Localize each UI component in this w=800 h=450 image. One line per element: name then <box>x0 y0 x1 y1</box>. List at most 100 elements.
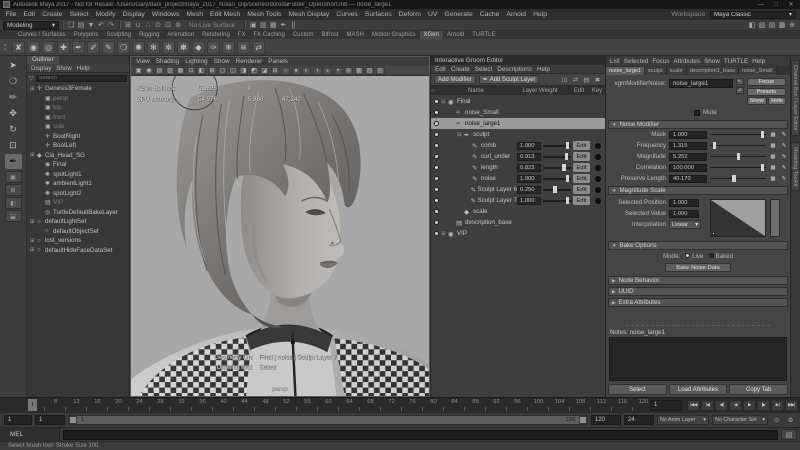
node-up-icon[interactable]: ⬑ <box>736 78 744 85</box>
map-button-icon[interactable]: ▩ <box>769 143 777 149</box>
sidebar-vertical-tab[interactable]: Channel Box / Layer Editor <box>791 60 800 136</box>
outliner-row[interactable]: ✛ BootLeft <box>27 141 129 151</box>
layer-weight-slider[interactable] <box>543 197 571 205</box>
groom-layer-row[interactable]: ✎ curl_under 0.913 Edit <box>431 151 605 162</box>
image-plane-icon[interactable]: ▦ <box>176 67 185 75</box>
go-to-end-button[interactable]: ▶▶| <box>785 400 798 411</box>
map-button-icon[interactable]: ▩ <box>769 176 777 182</box>
frame-selected-icon[interactable]: ⊡ <box>560 76 569 84</box>
shelf-tab[interactable]: MASH <box>343 31 368 39</box>
expand-icon[interactable]: ⊞ <box>30 152 37 158</box>
sidebar-attr-editor-icon[interactable]: ◧ <box>747 21 757 29</box>
outliner-row[interactable]: ✺ spotLight1 <box>27 170 129 180</box>
ae-node-tab[interactable]: noise_Small <box>739 67 776 75</box>
edit-button[interactable]: Edit <box>573 174 590 183</box>
attribute-value-field[interactable]: 5.252 <box>669 153 707 161</box>
outliner-row[interactable]: ⊞ ◆ Cla_Head_SG <box>27 151 129 161</box>
interpolation-select[interactable]: Linear ▾ <box>669 220 701 229</box>
node-down-icon[interactable]: ⬏ <box>736 87 744 94</box>
outliner-menu-item[interactable]: Help <box>77 65 90 72</box>
outliner-row[interactable]: ▣ front <box>27 113 129 123</box>
undo-icon[interactable]: ↶ <box>96 21 106 29</box>
ae-node-tab[interactable]: sculpt <box>645 67 667 75</box>
lighting-icon[interactable]: ◑ <box>313 67 322 75</box>
groom-layer-row[interactable]: ▤ description_base <box>431 217 605 228</box>
baked-radio[interactable]: Baked <box>709 253 734 260</box>
solo-radio[interactable] <box>431 198 441 203</box>
solo-radio[interactable] <box>431 176 441 181</box>
outliner-row[interactable]: ▣ side <box>27 122 129 132</box>
key-dot[interactable] <box>590 187 605 193</box>
save-scene-icon[interactable]: ▼ <box>86 21 96 29</box>
expression-icon[interactable]: ✎ <box>780 143 788 149</box>
step-forward-frame-button[interactable]: ▶| <box>771 400 784 411</box>
solo-radio[interactable] <box>431 110 441 115</box>
bookmarks-icon[interactable]: ▥ <box>166 67 175 75</box>
key-dot[interactable] <box>590 121 605 127</box>
attribute-value-field[interactable]: 1.000 <box>669 131 707 139</box>
shelf-tab[interactable]: Rendering <box>198 31 234 39</box>
solo-radio[interactable] <box>431 165 441 170</box>
time-slider[interactable]: 4812162024283236404448525660646872768084… <box>0 397 800 412</box>
outliner-panel-tab[interactable]: Outliner <box>27 56 59 64</box>
groom-layer-row[interactable]: ◆ scale <box>431 206 605 217</box>
snap-to-projected-center-icon[interactable]: ⊙ <box>153 21 163 29</box>
expression-icon[interactable]: ✎ <box>780 154 788 160</box>
focus-button[interactable]: Focus <box>747 78 786 86</box>
solo-radio[interactable] <box>431 209 441 214</box>
field-chart-icon[interactable]: ◩ <box>250 67 259 75</box>
groom-layer-row[interactable]: ✎ Sculpt Layer 6 0.250 Edit <box>431 184 605 195</box>
range-start-handle[interactable] <box>69 416 77 424</box>
bake-options-section-header[interactable]: ▼ Bake Options <box>608 241 788 250</box>
map-button-icon[interactable]: ▩ <box>769 154 777 160</box>
ae-menu-item[interactable]: Attributes <box>673 58 700 65</box>
key-dot[interactable] <box>590 165 605 171</box>
no-live-surface-label[interactable]: No Live Surface <box>189 22 235 29</box>
xgen-groom-icon[interactable]: ✑ <box>207 41 220 54</box>
ae-menu-item[interactable]: TURTLE <box>724 58 748 65</box>
menu-item[interactable]: Deform <box>395 11 424 18</box>
ae-menu-item[interactable]: Help <box>752 58 765 65</box>
layer-weight-field[interactable]: 0.250 <box>517 186 541 194</box>
mute-checkbox[interactable] <box>694 110 700 116</box>
key-dot[interactable] <box>590 198 605 204</box>
lasso-tool[interactable]: ❍ <box>5 74 22 89</box>
outliner-row[interactable]: ⊞ ○ lost_versions <box>27 236 129 246</box>
xgen-disable-icon[interactable]: ✘ <box>12 41 25 54</box>
textured-icon[interactable]: ◐ <box>302 67 311 75</box>
ae-node-tab[interactable]: description1_base <box>687 67 739 75</box>
safe-action-icon[interactable]: ◪ <box>260 67 269 75</box>
shelf-tab[interactable]: Arnold <box>443 31 468 39</box>
key-dot[interactable] <box>590 99 605 105</box>
xgen-width-icon[interactable]: ⇄ <box>252 41 265 54</box>
anim-layer-select[interactable]: No Anim Layer▾ <box>657 415 709 425</box>
auto-keyframe-icon[interactable]: ⊙ <box>771 415 782 425</box>
expand-icon[interactable]: ⊞ <box>30 219 37 225</box>
key-dot[interactable] <box>590 220 605 226</box>
new-scene-icon[interactable]: ❏ <box>66 21 76 29</box>
lock-camera-icon[interactable]: ◉ <box>145 67 154 75</box>
render-view-icon[interactable]: ▣ <box>248 21 258 29</box>
outliner-row[interactable]: ✹ ambientLight1 <box>27 179 129 189</box>
collapsed-section-header[interactable]: ▶ Node Behavior <box>608 276 788 285</box>
screen-space-ao-icon[interactable]: ◓ <box>334 67 343 75</box>
expand-icon[interactable]: ⊞ <box>30 247 37 253</box>
edit-button[interactable]: Edit <box>573 196 590 205</box>
xgen-guide-icon[interactable]: ✐ <box>87 41 100 54</box>
outliner-menu-item[interactable]: Show <box>56 65 71 72</box>
outliner-row[interactable]: ▣ persp <box>27 94 129 104</box>
attribute-slider[interactable] <box>710 131 766 139</box>
oversampling-icon[interactable]: ◧ <box>197 67 206 75</box>
shelf-tab[interactable]: Curves / Surfaces <box>14 31 70 39</box>
ipr-render-icon[interactable]: ▥ <box>258 21 268 29</box>
outliner-row[interactable]: ◉ Final <box>27 160 129 170</box>
outliner-row[interactable]: ⊞ ○ defaultLightSet <box>27 217 129 227</box>
key-dot[interactable] <box>590 176 605 182</box>
expand-icon[interactable]: ⊞ <box>30 238 37 244</box>
groom-menu-item[interactable]: Descriptions <box>497 66 532 73</box>
camera-attributes-icon[interactable]: ▤ <box>155 67 164 75</box>
key-dot[interactable] <box>590 110 605 116</box>
attribute-value-field[interactable]: 40.170 <box>669 175 707 183</box>
xgen-density-icon[interactable]: ✺ <box>132 41 145 54</box>
xgen-shave-icon[interactable]: ◎ <box>42 41 55 54</box>
